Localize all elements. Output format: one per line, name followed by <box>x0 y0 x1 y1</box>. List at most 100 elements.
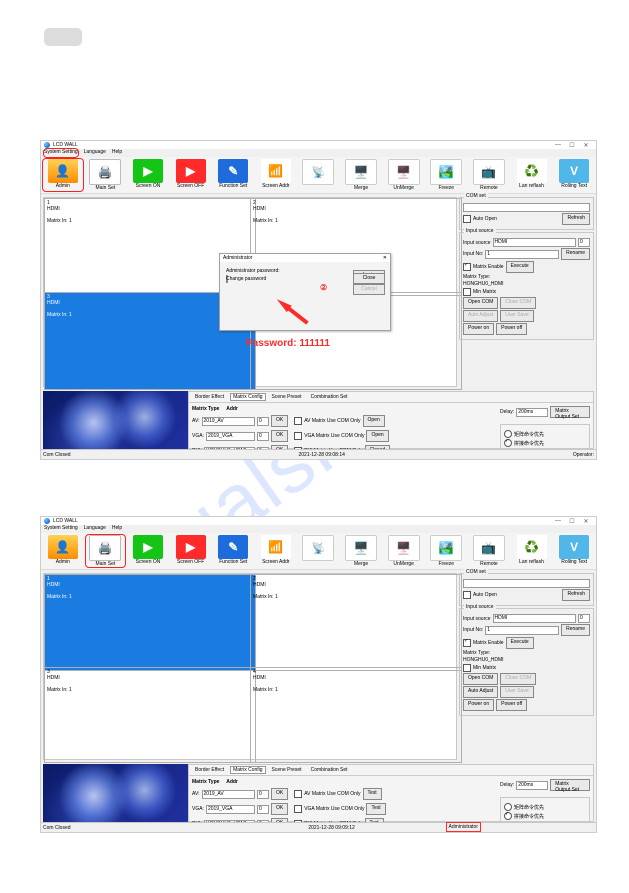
toolbar-unmerge[interactable]: UnMerge <box>384 535 424 567</box>
toolbar-screen-on[interactable]: Screen ON <box>128 159 168 191</box>
power-off-button[interactable]: Power off <box>496 699 527 711</box>
matrix-enable-checkbox[interactable] <box>463 639 471 647</box>
toolbar-lan-refresh[interactable]: Lan reflash <box>512 535 552 567</box>
tab-scene-preset[interactable]: Scene Preset <box>269 393 305 401</box>
toolbar-screen-on[interactable]: Screen ON <box>128 535 168 567</box>
input-no-select[interactable]: 1 <box>485 626 559 635</box>
toolbar-lan-refresh[interactable]: Lan reflash <box>512 159 552 191</box>
menu-item-help[interactable]: Help <box>112 149 122 157</box>
tab-combination-set[interactable]: Combination Set <box>308 393 351 401</box>
vga-select[interactable]: 2019_VGA <box>206 432 255 441</box>
toolbar-addr2[interactable] <box>299 535 339 567</box>
window-min-button[interactable]: — <box>551 142 565 149</box>
toolbar-freeze[interactable]: Freeze <box>426 159 466 191</box>
tab-matrix-config[interactable]: Matrix Config <box>230 766 265 774</box>
grid-cell-1[interactable]: 1 HDMI Matrix In: 1 <box>44 574 256 671</box>
toolbar-rolling-text[interactable]: Rolling Text <box>554 535 594 567</box>
close-com-button[interactable]: Close COM <box>500 673 536 685</box>
test-button[interactable]: Test <box>366 803 385 815</box>
toolbar-remote[interactable]: Remote <box>469 535 509 567</box>
toolbar-remote[interactable]: Remote <box>469 159 509 191</box>
toolbar-freeze[interactable]: Freeze <box>426 535 466 567</box>
grid-cell-3[interactable]: 3 HDMI Matrix In: 1 <box>44 667 256 764</box>
toolbar-merge[interactable]: Merge <box>341 159 381 191</box>
power-on-button[interactable]: Power on <box>463 323 494 335</box>
tab-scene-preset[interactable]: Scene Preset <box>269 766 305 774</box>
toolbar-screen-off[interactable]: Screen OFF <box>171 535 211 567</box>
vga-open-button[interactable]: Open <box>366 430 388 442</box>
vga-addr[interactable]: 0 <box>257 805 269 814</box>
menu-item-language[interactable]: Language <box>84 525 106 533</box>
toolbar-screen-addr[interactable]: Screen Addr <box>256 159 296 191</box>
input-no-select[interactable]: 1 <box>485 250 559 259</box>
av-ok-button[interactable]: OK <box>271 788 288 800</box>
window-max-button[interactable]: ☐ <box>565 518 579 525</box>
refresh-button[interactable]: Refresh <box>562 589 590 601</box>
priority-radio-2[interactable] <box>504 439 512 447</box>
av-addr[interactable]: 0 <box>257 790 269 799</box>
com-port-select[interactable] <box>463 579 590 588</box>
auto-adjust-button[interactable]: Auto Adjust <box>463 686 498 698</box>
input-source-select[interactable]: HDMI <box>493 238 576 247</box>
dialog-close-button[interactable]: ✕ <box>383 255 387 261</box>
toolbar-admin[interactable]: Admin <box>43 535 83 567</box>
av-addr[interactable]: 0 <box>257 417 269 426</box>
execute-button[interactable]: Execute <box>506 637 534 649</box>
av-select[interactable]: 2019_AV <box>202 790 255 799</box>
input-source-num[interactable]: 0 <box>578 238 590 247</box>
refresh-button[interactable]: Refresh <box>562 213 590 225</box>
delay-select[interactable]: 200ms <box>516 408 548 417</box>
grid-cell-2[interactable]: 2 HDMI Matrix In: 1 <box>250 574 462 671</box>
rename-button[interactable]: Rename <box>561 624 590 636</box>
change-password-link[interactable]: Change password <box>226 276 266 282</box>
vga-com-only-checkbox[interactable] <box>294 432 302 440</box>
screen-grid[interactable]: 1 HDMI Matrix In: 1 2 HDMI Matrix In: 1 … <box>43 197 457 387</box>
auto-open-checkbox[interactable] <box>463 591 471 599</box>
priority-radio-2[interactable] <box>504 812 512 820</box>
toolbar-unmerge[interactable]: UnMerge <box>384 159 424 191</box>
menu-item-language[interactable]: Language <box>84 149 106 157</box>
tab-border-effect[interactable]: Border Effect <box>192 393 227 401</box>
toolbar-function-set[interactable]: Function Set <box>213 535 253 567</box>
av-open-button[interactable]: Open <box>363 415 385 427</box>
tab-border-effect[interactable]: Border Effect <box>192 766 227 774</box>
window-min-button[interactable]: — <box>551 518 565 525</box>
window-close-button[interactable]: ✕ <box>579 142 593 149</box>
av-ok-button[interactable]: OK <box>271 415 288 427</box>
tab-combination-set[interactable]: Combination Set <box>308 766 351 774</box>
user-save-button[interactable]: User Save <box>500 686 533 698</box>
power-off-button[interactable]: Power off <box>496 323 527 335</box>
toolbar-function-set[interactable]: Function Set <box>213 159 253 191</box>
toolbar-addr2[interactable] <box>299 159 339 191</box>
priority-radio-1[interactable] <box>504 803 512 811</box>
menu-item-help[interactable]: Help <box>112 525 122 533</box>
toolbar-admin[interactable]: Admin <box>43 159 83 191</box>
min-matrix-checkbox[interactable] <box>463 664 471 672</box>
user-save-button[interactable]: User Save <box>500 310 533 322</box>
toolbar-merge[interactable]: Merge <box>341 535 381 567</box>
screen-grid[interactable]: 1 HDMI Matrix In: 1 2 HDMI Matrix In: 1 … <box>43 573 457 760</box>
av-select[interactable]: 2019_AV <box>202 417 255 426</box>
input-source-select[interactable]: HDMI <box>493 614 576 623</box>
av-com-only-checkbox[interactable] <box>294 417 302 425</box>
toolbar-screen-addr[interactable]: Screen Addr <box>256 535 296 567</box>
window-max-button[interactable]: ☐ <box>565 142 579 149</box>
vga-ok-button[interactable]: OK <box>271 803 288 815</box>
vga-com-only-checkbox[interactable] <box>294 805 302 813</box>
toolbar-rolling-text[interactable]: Rolling Text <box>554 159 594 191</box>
priority-radio-1[interactable] <box>504 430 512 438</box>
execute-button[interactable]: Execute <box>506 261 534 273</box>
com-port-select[interactable] <box>463 203 590 212</box>
matrix-enable-checkbox[interactable] <box>463 263 471 271</box>
vga-addr[interactable]: 0 <box>257 432 269 441</box>
tab-matrix-config[interactable]: Matrix Config <box>230 393 265 401</box>
av-com-only-checkbox[interactable] <box>294 790 302 798</box>
window-close-button[interactable]: ✕ <box>579 518 593 525</box>
toolbar-screen-off[interactable]: Screen OFF <box>171 159 211 191</box>
rename-button[interactable]: Rename <box>561 248 590 260</box>
toolbar-main-set[interactable]: Main Set <box>86 159 126 191</box>
vga-ok-button[interactable]: OK <box>271 430 288 442</box>
toolbar-main-set[interactable]: Main Set <box>86 535 126 567</box>
close-com-button[interactable]: Close COM <box>500 297 536 309</box>
open-com-button[interactable]: Open COM <box>463 297 498 309</box>
